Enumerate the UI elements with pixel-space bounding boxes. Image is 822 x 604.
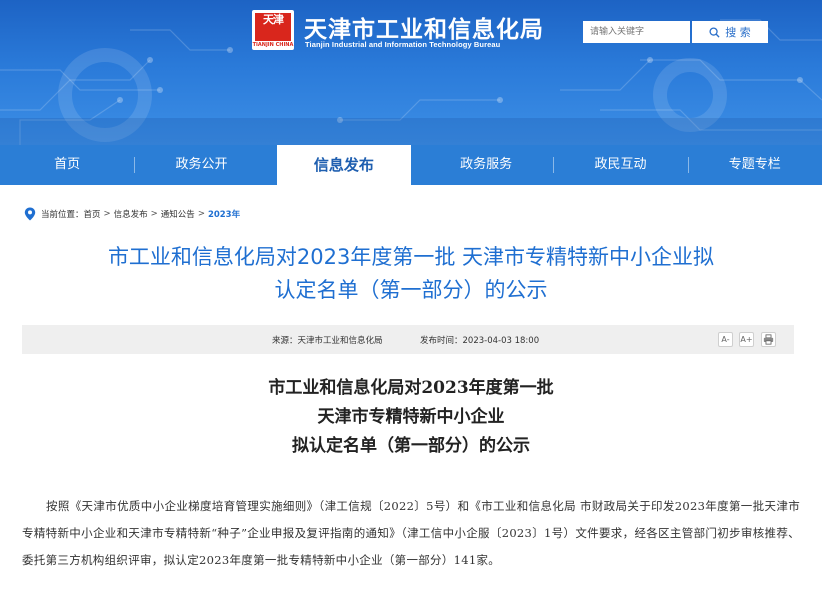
nav-home[interactable]: 首页 <box>0 145 134 185</box>
tianjin-logo: 天津 TIANJIN CHINA <box>252 10 294 50</box>
search-icon <box>709 26 720 38</box>
breadcrumb-information-release[interactable]: 信息发布 <box>114 208 148 220</box>
breadcrumb-notices[interactable]: 通知公告 <box>161 208 195 220</box>
font-increase-label: A+ <box>740 335 753 344</box>
nav-government-affairs[interactable]: 政务公开 <box>134 145 268 185</box>
nav-special-topics[interactable]: 专题专栏 <box>687 145 822 185</box>
breadcrumb-separator: > <box>103 209 111 219</box>
nav-citizen-interaction[interactable]: 政民互动 <box>553 145 687 185</box>
location-pin-icon <box>24 207 36 221</box>
print-button[interactable] <box>761 332 776 347</box>
site-title: 天津市工业和信息化局 <box>304 17 544 43</box>
font-decrease-label: A- <box>721 335 730 344</box>
breadcrumb: 当前位置： 首页 > 信息发布 > 通知公告 > 2023年 <box>24 207 240 221</box>
search-button[interactable]: 搜 索 <box>692 21 768 43</box>
logo-caption: TIANJIN CHINA <box>252 42 294 48</box>
search-button-label: 搜 索 <box>725 26 751 39</box>
font-increase-button[interactable]: A+ <box>739 332 754 347</box>
breadcrumb-separator: > <box>150 209 158 219</box>
doc-title-line-1: 市工业和信息化局对2023年度第一批 <box>268 378 554 398</box>
article-publish-time: 发布时间：2023-04-03 18:00 <box>420 336 540 346</box>
site-subtitle: Tianjin Industrial and Information Techn… <box>305 40 501 49</box>
article-body-paragraph: 按照《天津市优质中小企业梯度培育管理实施细则》（津工信规〔2022〕5号）和《市… <box>22 499 800 567</box>
breadcrumb-home[interactable]: 首页 <box>84 208 101 220</box>
header-banner: 天津 TIANJIN CHINA 天津市工业和信息化局 Tianjin Indu… <box>0 0 822 145</box>
breadcrumb-prefix: 当前位置： <box>41 210 84 220</box>
headline-line-1: 市工业和信息化局对2023年度第一批 天津市专精特新中小企业拟 <box>107 245 715 269</box>
breadcrumb-separator: > <box>197 209 205 219</box>
article-source: 来源：天津市工业和信息化局 <box>272 336 383 346</box>
headline-line-2: 认定名单（第一部分）的公示 <box>274 278 548 302</box>
doc-title-line-3: 拟认定名单（第一部分）的公示 <box>292 436 530 456</box>
article-headline: 市工业和信息化局对2023年度第一批 天津市专精特新中小企业拟 认定名单（第一部… <box>40 241 782 307</box>
main-nav: 首页 政务公开 信息发布 政务服务 政民互动 专题专栏 <box>0 145 822 185</box>
breadcrumb-current[interactable]: 2023年 <box>208 208 240 220</box>
logo-mark: 天津 <box>255 13 291 41</box>
nav-information-release[interactable]: 信息发布 <box>276 145 411 185</box>
font-decrease-button[interactable]: A- <box>718 332 733 347</box>
article-meta-bar: 来源：天津市工业和信息化局 发布时间：2023-04-03 18:00 A- A… <box>22 325 794 354</box>
printer-icon <box>763 334 774 345</box>
nav-government-services[interactable]: 政务服务 <box>419 145 553 185</box>
doc-title-line-2: 天津市专精特新中小企业 <box>317 407 505 427</box>
search-input[interactable] <box>583 21 690 43</box>
document-title: 市工业和信息化局对2023年度第一批 天津市专精特新中小企业 拟认定名单（第一部… <box>110 374 712 461</box>
